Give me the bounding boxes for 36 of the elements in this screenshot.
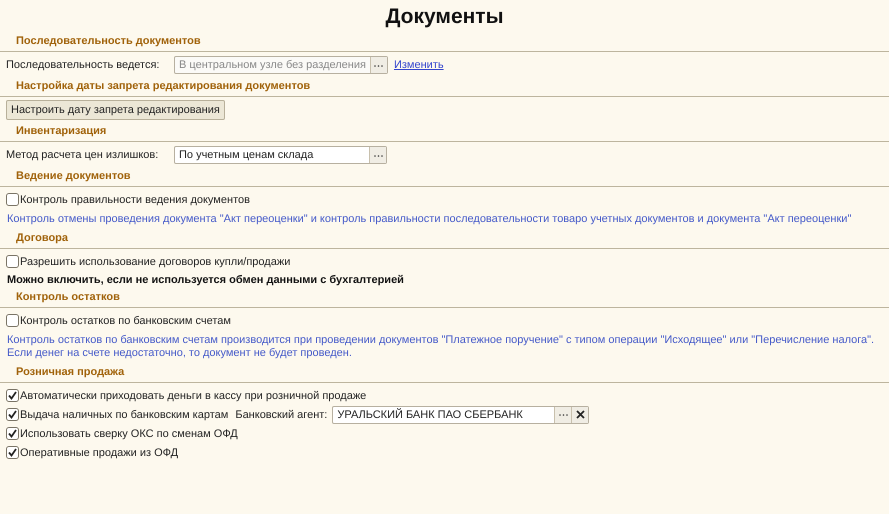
close-icon: [576, 410, 585, 419]
checkbox-label: Контроль остатков по банковским счетам: [20, 314, 231, 326]
settings-button[interactable]: Настроить дату запрета редактирования: [6, 100, 225, 120]
checkbox[interactable]: [6, 427, 19, 440]
dots-icon: [558, 413, 568, 416]
checkbox[interactable]: [6, 408, 19, 421]
field-label: Банковский агент:: [235, 408, 328, 420]
checkbox-label: Использовать сверку ОКС по сменам ОФД: [20, 428, 238, 440]
checkbox-label: Разрешить использование договоров купли/продажи: [20, 256, 290, 268]
select-field[interactable]: УРАЛЬСКИЙ БАНК ПАО СБЕРБАНК: [332, 406, 590, 424]
section-heading: Договора: [16, 231, 68, 245]
warning-text: Можно включить, если не используется обмен данными с бухгалтерией: [6, 273, 405, 288]
clear-button[interactable]: [571, 406, 588, 422]
page-title: Документы: [385, 4, 504, 30]
section-heading: Настройка даты запрета редактирования документов: [16, 79, 310, 93]
checkbox[interactable]: [6, 446, 19, 459]
field-label: Последовательность ведется:: [6, 59, 160, 71]
dots-icon: [374, 154, 382, 156]
select-field[interactable]: По учетным ценам склада: [174, 146, 387, 164]
section-heading: Инвентаризация: [16, 124, 106, 138]
checkbox[interactable]: [6, 193, 19, 206]
checkbox[interactable]: [6, 389, 19, 402]
checkbox-label: Контроль правильности ведения документов: [20, 194, 250, 206]
checkbox-label: Автоматически приходовать деньги в кассу при розничной продаже: [20, 390, 366, 402]
hint-text: Контроль остатков по банковским счетам производится при проведении документов "Платежное поручение" с типом операции "Исходящее" или "Перечисление налога". Если денег на счете недостаточно, то документ не будет проведен.: [6, 333, 876, 361]
section-heading: Последовательность документов: [16, 34, 201, 48]
checkbox-label: Выдача наличных по банковским картам: [20, 408, 228, 420]
checkbox[interactable]: [6, 255, 19, 268]
dots-icon: [374, 64, 384, 66]
section-heading: Контроль остатков: [16, 290, 120, 304]
section-heading: Ведение документов: [16, 169, 131, 183]
section-heading: Розничная продажа: [16, 365, 124, 379]
field-label: Метод расчета цен излишков:: [6, 149, 160, 161]
checkbox-label: Оперативные продажи из ОФД: [20, 446, 178, 458]
hint-text: Контроль отмены проведения документа "Акт переоценки" и контроль правильности последовательности товаро учетных документов и документа "Акт переоценки": [6, 212, 852, 227]
checkbox[interactable]: [6, 314, 19, 327]
